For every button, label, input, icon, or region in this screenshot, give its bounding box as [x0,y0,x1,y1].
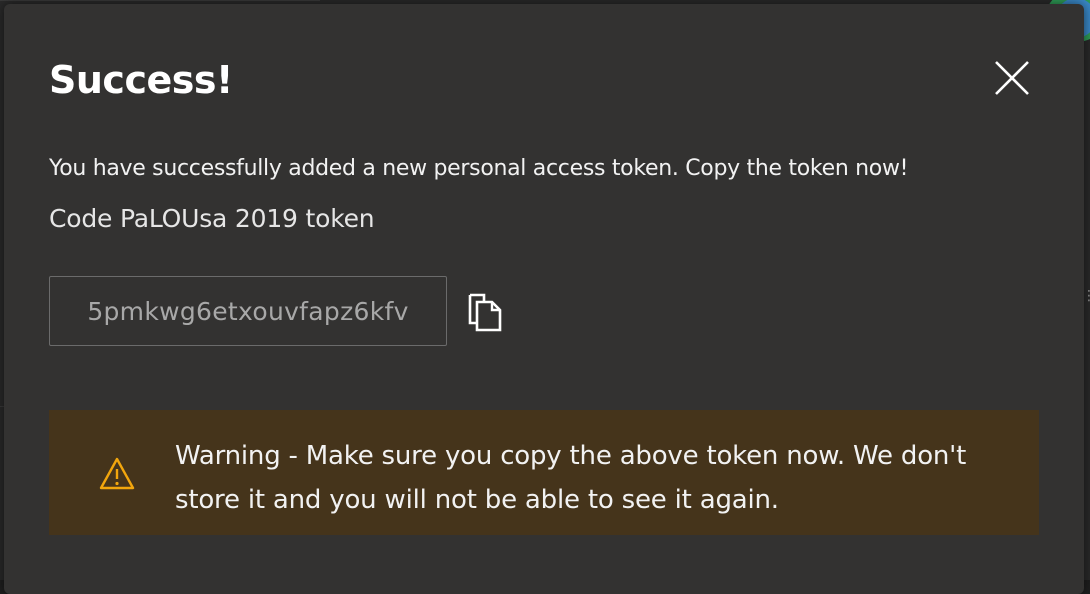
close-icon [995,61,1029,95]
close-button[interactable] [988,54,1036,102]
warning-text: Warning - Make sure you copy the above t… [175,441,967,515]
warning-icon [99,457,135,490]
dialog-title: Success! [49,58,233,102]
token-field[interactable] [49,276,447,346]
warning-banner: Warning - Make sure you copy the above t… [49,410,1039,535]
copy-icon [468,293,502,332]
token-name: Code PaLOUsa 2019 token [49,204,375,233]
copy-button[interactable] [464,290,506,334]
backdrop-divider [0,0,320,1]
success-dialog: Success! You have successfully added a n… [4,4,1084,594]
dialog-description: You have successfully added a new person… [49,156,909,181]
